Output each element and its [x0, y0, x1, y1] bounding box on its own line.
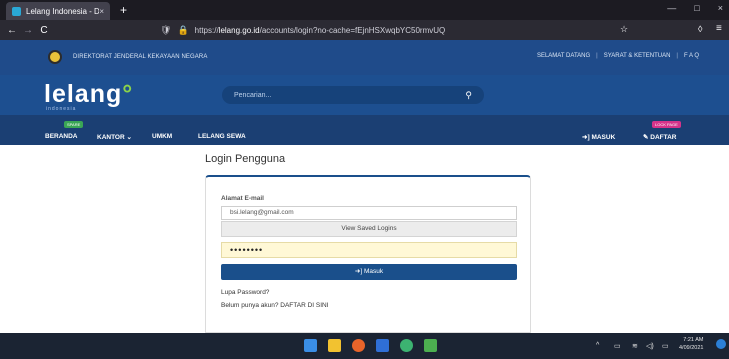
logo-text: lelang [44, 80, 123, 108]
email-label: Alamat E-mail [221, 195, 264, 202]
djkn-emblem-icon [48, 50, 62, 64]
view-saved-logins-button[interactable]: View Saved Logins [221, 221, 517, 237]
firefox-icon[interactable] [352, 339, 365, 352]
chevron-up-icon[interactable]: ^ [596, 342, 599, 349]
nav-daftar-label: DAFTAR [650, 134, 677, 141]
nav-item-beranda[interactable]: BERANDA [45, 133, 78, 140]
window-controls: — □ × [667, 3, 723, 13]
nav-badge-new: SPARE [64, 121, 84, 128]
browser-tab-strip: Lelang Indonesia - DJKN × + [0, 0, 729, 20]
email-field[interactable]: bsi.lelang@gmail.com [221, 206, 517, 220]
nav-badge-daftar: LOCK PAGE [652, 121, 681, 128]
url-host: lelang.go.id [218, 25, 260, 35]
minimize-button[interactable]: — [667, 3, 676, 13]
nav-item-kantor[interactable]: KANTOR ⌄ [97, 133, 132, 141]
taskbar-clock[interactable]: 7:21 AM 4/09/2021 [679, 336, 703, 352]
hamburger-menu-icon[interactable]: ≡ [716, 23, 722, 34]
back-button[interactable]: ← [4, 25, 20, 36]
signup-prefix: Belum punya akun? [221, 302, 279, 309]
top-link-terms[interactable]: SYARAT & KETENTUAN [604, 53, 671, 59]
forgot-password-link[interactable]: Lupa Password? [221, 289, 269, 296]
shield-icon: 🛡 [160, 24, 172, 35]
wifi-icon[interactable]: ≋ [632, 342, 638, 350]
lock-icon: 🔒 [177, 24, 189, 35]
top-links: SELAMAT DATANG | SYARAT & KETENTUAN | F … [537, 53, 699, 59]
search-icon[interactable]: ⚲ [465, 90, 472, 101]
url-prefix: https:// [194, 25, 219, 35]
nav-item-kantor-label: KANTOR [97, 134, 125, 141]
new-tab-button[interactable]: + [120, 3, 127, 17]
login-icon: ➜] [354, 268, 363, 275]
org-name: DIREKTORAT JENDERAL KEKAYAAN NEGARA [73, 54, 208, 60]
logo-subtitle: indonesia [46, 106, 77, 112]
url-bar[interactable]: 🛡 🔒 https:// lelang.go.id /accounts/logi… [160, 23, 620, 37]
app-icon[interactable] [400, 339, 413, 352]
login-submit-label: Masuk [363, 268, 384, 275]
search-placeholder: Pencarian... [234, 91, 272, 99]
browser-nav-bar: ← → C 🛡 🔒 https:// lelang.go.id /account… [0, 20, 729, 40]
nav-daftar-link[interactable]: ✎ DAFTAR [643, 133, 677, 141]
nav-masuk-link[interactable]: ➜] MASUK [582, 133, 615, 141]
chevron-down-icon: ⌄ [126, 134, 132, 141]
url-path: /accounts/login?no-cache=fEjnHSXwqbYC50r… [259, 25, 446, 35]
login-icon: ➜] [582, 134, 590, 141]
login-submit-button[interactable]: ➜] Masuk [221, 264, 517, 280]
nav-item-umkm[interactable]: UMKM [152, 133, 172, 140]
logo-mark-icon: ° [122, 80, 134, 108]
reload-button[interactable]: C [36, 25, 52, 36]
divider: | [676, 53, 678, 59]
signup-link[interactable]: DAFTAR DI SINI [280, 302, 328, 309]
page-title: Login Pengguna [205, 153, 286, 165]
nav-item-lelang-sewa[interactable]: LELANG SEWA [198, 133, 246, 140]
maximize-button[interactable]: □ [694, 3, 699, 13]
volume-icon[interactable]: ◁) [646, 342, 654, 350]
clock-date: 4/09/2021 [679, 345, 704, 351]
top-link-welcome[interactable]: SELAMAT DATANG [537, 53, 590, 59]
store-icon[interactable] [376, 339, 389, 352]
tab-title: Lelang Indonesia - DJKN [26, 6, 100, 16]
signup-prompt: Belum punya akun? DAFTAR DI SINI [221, 302, 329, 309]
site-favicon-icon [12, 6, 21, 16]
clock-time: 7:21 AM [683, 337, 704, 343]
file-explorer-icon[interactable] [328, 339, 341, 352]
bookmark-star-icon[interactable]: ☆ [620, 24, 628, 35]
windows-start-icon[interactable] [304, 339, 317, 352]
top-link-faq[interactable]: F A Q [684, 53, 699, 59]
notification-icon[interactable] [716, 339, 726, 349]
pocket-icon[interactable]: ◊ [698, 24, 702, 34]
photos-icon[interactable] [424, 339, 437, 352]
close-tab-icon[interactable]: × [99, 7, 104, 16]
site-logo[interactable]: lelang° [44, 80, 133, 109]
keyboard-icon[interactable]: ▭ [614, 342, 621, 350]
browser-tab[interactable]: Lelang Indonesia - DJKN × [6, 2, 110, 20]
divider: | [596, 53, 598, 59]
password-field[interactable]: •••••••• [221, 242, 517, 258]
edit-icon: ✎ [643, 134, 649, 141]
site-search-input[interactable]: Pencarian... ⚲ [222, 86, 484, 104]
close-window-button[interactable]: × [718, 3, 723, 13]
battery-icon[interactable]: ▭ [662, 342, 669, 350]
nav-masuk-label: MASUK [591, 134, 616, 141]
forward-button[interactable]: → [20, 25, 36, 36]
